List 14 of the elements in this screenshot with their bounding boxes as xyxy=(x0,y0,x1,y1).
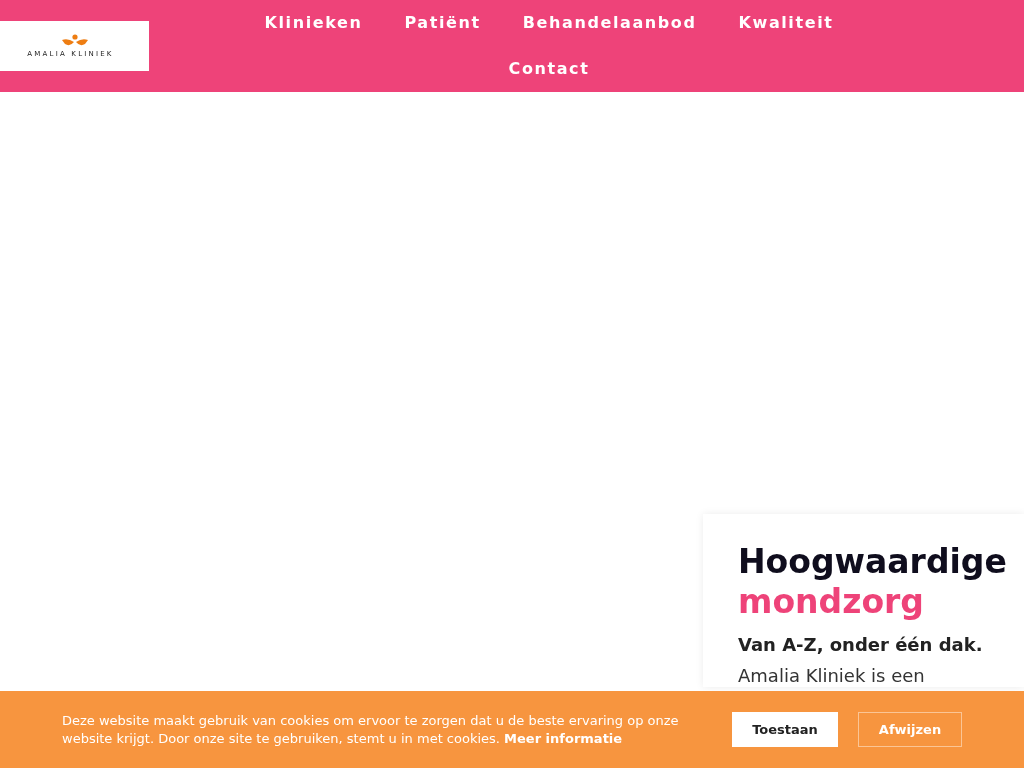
hero-paragraph: Amalia Kliniek is een xyxy=(738,665,926,687)
nav-link[interactable]: Klinieken xyxy=(243,0,384,46)
cookie-message: Deze website maakt gebruik van cookies om ervoor te zorgen dat u de beste ervaring op onze website krijgt. Door onze site te gebruiken, stemt u in met cookies. Meer informatie xyxy=(62,711,680,748)
hero-title-accent: mondzorg xyxy=(738,582,925,622)
hero-subtitle: Van A-Z, onder één dak. xyxy=(738,634,984,655)
more-info-link[interactable]: Meer informatie xyxy=(504,730,623,746)
decline-button[interactable]: Afwijzen xyxy=(858,712,962,747)
nav-link[interactable]: Behandelaanbod xyxy=(501,0,718,46)
nav-link[interactable]: Kwaliteit xyxy=(717,0,855,46)
bird-logo-icon xyxy=(60,34,89,48)
nav-link[interactable]: Patiënt xyxy=(383,0,502,46)
nav-link[interactable]: Contact xyxy=(487,46,611,92)
hero-title: Hoogwaardige xyxy=(738,542,1008,582)
allow-button[interactable]: Toestaan xyxy=(732,712,838,747)
